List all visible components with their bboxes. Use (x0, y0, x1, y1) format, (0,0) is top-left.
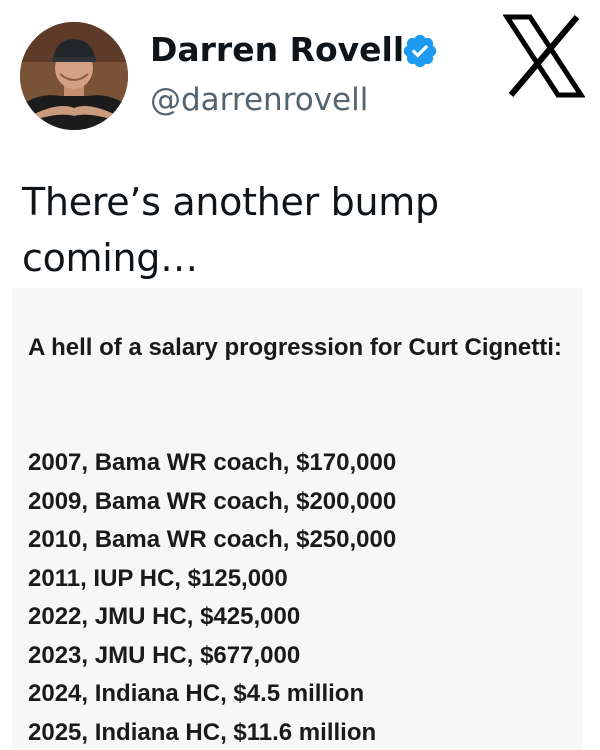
quoted-image-card[interactable]: A hell of a salary progression for Curt … (12, 288, 582, 750)
salary-list: 2007, Bama WR coach, $170,000 2009, Bama… (28, 444, 396, 750)
handle[interactable]: @darrenrovell (150, 80, 368, 120)
salary-row: 2010, Bama WR coach, $250,000 (28, 526, 397, 553)
avatar[interactable] (20, 22, 128, 130)
quote-heading: A hell of a salary progression for Curt … (28, 334, 562, 361)
salary-row: 2011, IUP HC, $125,000 (28, 564, 288, 592)
avatar-photo (20, 22, 128, 130)
salary-row: 2023, JMU HC, $677,000 (28, 641, 301, 669)
display-name[interactable]: Darren Rovell (150, 30, 404, 70)
salary-row: 2025, Indiana HC, $11.6 million (28, 718, 377, 746)
salary-row: 2024, Indiana HC, $4.5 million (28, 680, 365, 707)
salary-row: 2022, JMU HC, $425,000 (28, 603, 301, 630)
salary-row: 2007, Bama WR coach, $170,000 (28, 449, 397, 476)
x-logo-icon[interactable] (503, 14, 585, 98)
tweet-text: There’s another bump coming… (22, 180, 439, 280)
salary-row: 2009, Bama WR coach, $200,000 (28, 487, 397, 515)
verified-badge-icon (403, 34, 437, 68)
